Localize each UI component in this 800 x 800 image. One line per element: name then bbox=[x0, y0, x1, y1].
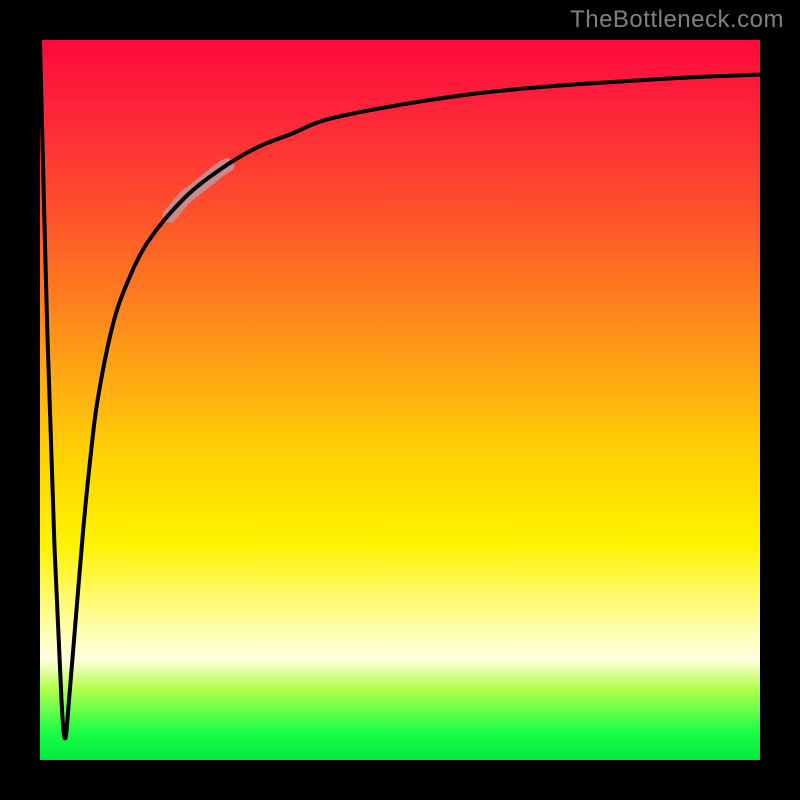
watermark-text: TheBottleneck.com bbox=[570, 6, 784, 34]
curve-layer bbox=[40, 40, 760, 760]
plot-area bbox=[40, 40, 760, 760]
curve-path bbox=[40, 40, 760, 738]
chart-frame: TheBottleneck.com bbox=[0, 0, 800, 800]
